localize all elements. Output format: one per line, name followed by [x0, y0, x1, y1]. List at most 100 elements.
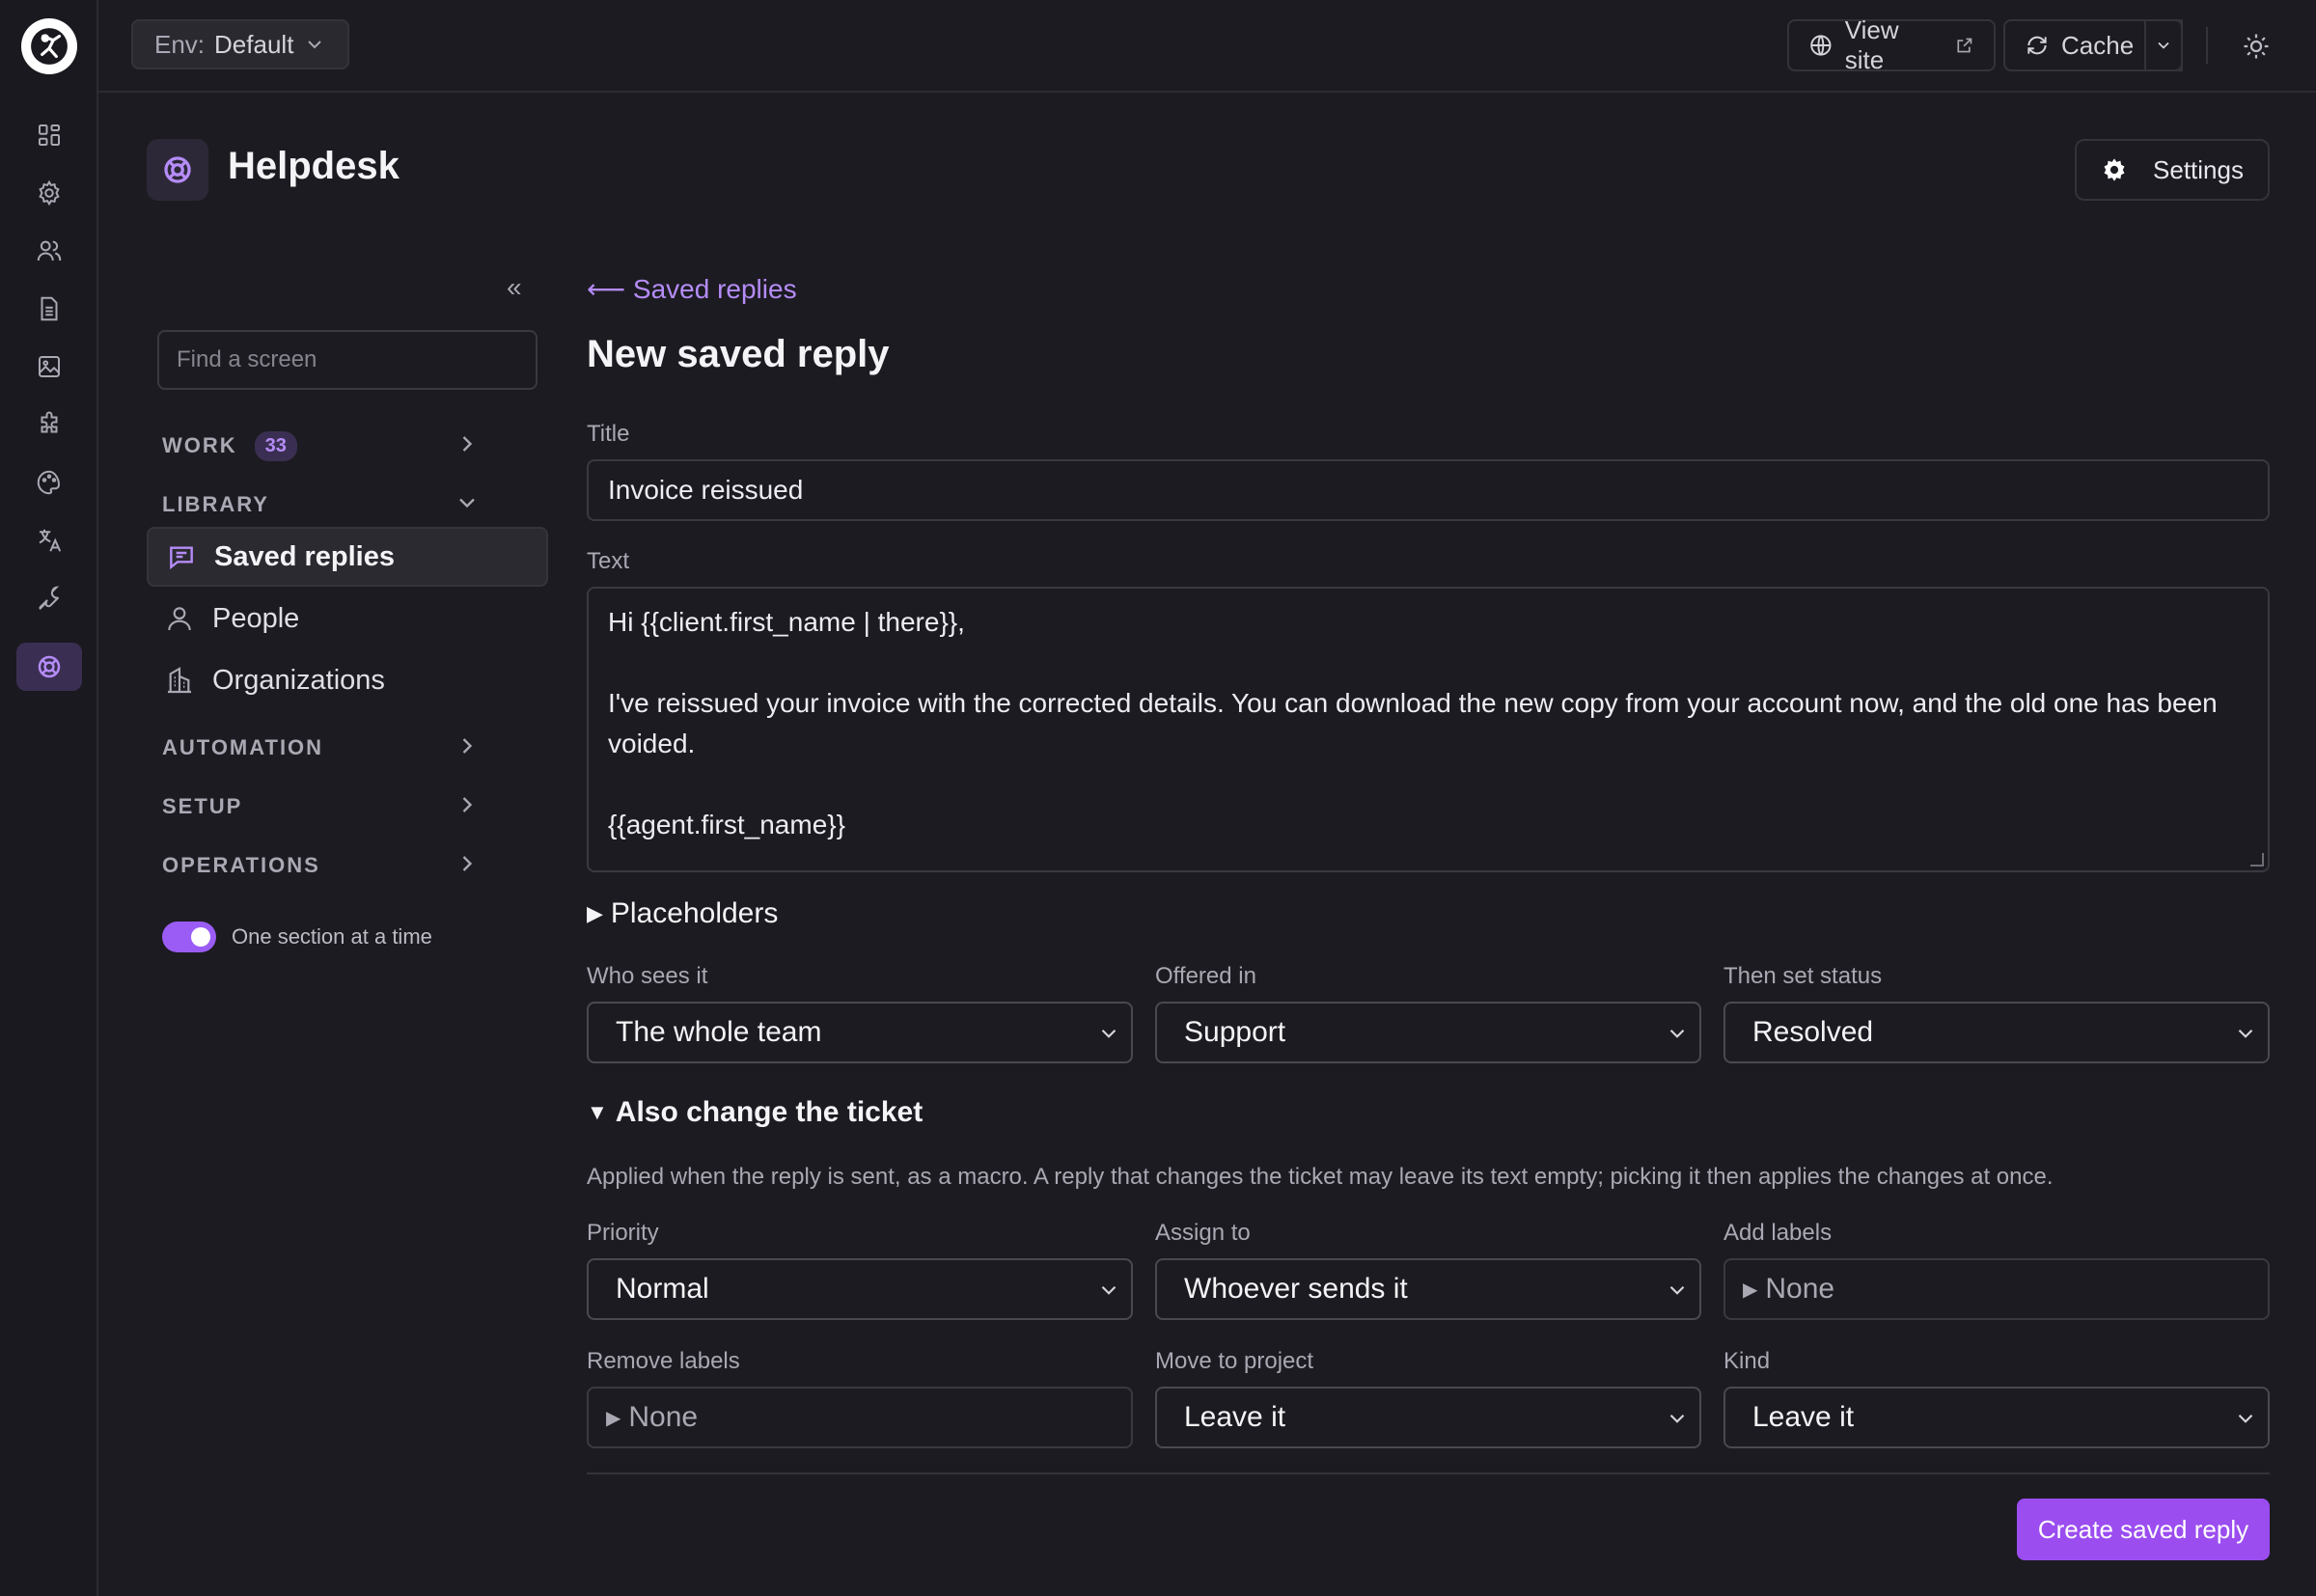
translate-icon[interactable]	[28, 519, 70, 562]
section-library[interactable]: LIBRARY	[162, 485, 481, 524]
person-icon	[168, 607, 191, 631]
work-count-badge: 33	[254, 430, 297, 461]
who-sees-value: The whole team	[616, 1016, 822, 1048]
sidebar-item-label: Organizations	[212, 664, 385, 696]
priority-select[interactable]: Normal	[587, 1258, 1133, 1320]
find-screen-input[interactable]: Find a screen	[157, 330, 538, 390]
who-sees-label: Who sees it	[587, 963, 708, 989]
text-line	[608, 643, 2248, 683]
section-library-label: LIBRARY	[162, 492, 269, 516]
kind-select[interactable]: Leave it	[1723, 1387, 2270, 1448]
triangle-right-icon: ▶	[1743, 1279, 1758, 1301]
env-value: Default	[214, 29, 294, 59]
palette-icon[interactable]	[28, 461, 70, 504]
section-work-label: WORK	[162, 433, 237, 457]
sidebar-item-organizations[interactable]: Organizations	[147, 650, 548, 710]
also-change-ticket-disclosure[interactable]: ▼ Also change the ticket	[587, 1096, 923, 1129]
globe-icon	[1810, 35, 1832, 56]
section-operations[interactable]: OPERATIONS	[162, 846, 481, 885]
puzzle-icon[interactable]	[28, 403, 70, 446]
assign-to-label: Assign to	[1155, 1220, 1251, 1246]
cache-label: Cache	[2061, 30, 2135, 60]
triangle-right-icon: ▶	[606, 1407, 621, 1429]
offered-in-label: Offered in	[1155, 963, 1256, 989]
also-change-label: Also change the ticket	[615, 1096, 924, 1128]
remove-labels-label: Remove labels	[587, 1348, 740, 1374]
create-saved-reply-button[interactable]: Create saved reply	[2017, 1499, 2270, 1560]
cache-menu-button[interactable]	[2144, 19, 2183, 71]
sidebar-item-saved-replies[interactable]: Saved replies	[147, 527, 548, 587]
section-automation[interactable]: AUTOMATION	[162, 729, 481, 767]
chevron-right-icon	[454, 430, 481, 463]
helpdesk-app-icon	[147, 139, 208, 201]
title-input[interactable]: Invoice reissued	[587, 459, 2270, 521]
chevron-down-icon	[2233, 1406, 2258, 1439]
dashboard-icon[interactable]	[28, 114, 70, 156]
text-line: {{agent.first_name}}	[608, 810, 845, 839]
chevron-down-icon	[308, 41, 322, 49]
refresh-icon	[2027, 36, 2047, 55]
gear-icon	[2104, 158, 2125, 181]
message-icon	[170, 546, 193, 570]
find-screen-placeholder: Find a screen	[177, 346, 317, 372]
placeholders-label: Placeholders	[610, 897, 779, 929]
view-site-button[interactable]: View site	[1787, 15, 1996, 74]
title-value: Invoice reissued	[608, 475, 804, 505]
view-site-label: View site	[1844, 15, 1899, 74]
offered-in-value: Support	[1184, 1016, 1286, 1048]
image-icon[interactable]	[28, 345, 70, 388]
add-labels-label: Add labels	[1723, 1220, 1833, 1246]
title-label: Title	[587, 421, 630, 447]
environment-selector[interactable]: Env: Default	[131, 19, 350, 69]
helpdesk-lifebuoy-icon[interactable]	[16, 643, 82, 691]
offered-in-select[interactable]: Support	[1155, 1002, 1701, 1063]
move-project-select[interactable]: Leave it	[1155, 1387, 1701, 1448]
also-change-help-text: Applied when the reply is sent, as a mac…	[587, 1164, 2054, 1190]
settings-label: Settings	[2153, 154, 2244, 184]
sidebar-item-label: Saved replies	[214, 540, 395, 572]
text-line	[608, 764, 2248, 805]
chevron-right-icon	[454, 791, 481, 824]
resize-handle[interactable]	[2250, 853, 2264, 867]
chevron-right-icon	[454, 732, 481, 765]
sidebar-item-people[interactable]: People	[147, 589, 548, 648]
theme-toggle-sun-icon[interactable]	[2237, 27, 2275, 66]
env-key: Env:	[154, 29, 206, 59]
kind-value: Leave it	[1752, 1401, 1855, 1433]
remove-labels-picker[interactable]: ▶ None	[587, 1387, 1133, 1448]
section-work[interactable]: WORK 33	[162, 427, 481, 465]
form-divider	[587, 1472, 2270, 1474]
wrench-icon[interactable]	[28, 577, 70, 619]
text-label: Text	[587, 548, 630, 574]
form-title: New saved reply	[587, 333, 890, 375]
text-textarea[interactable]: Hi {{client.first_name | there}}, I've r…	[587, 587, 2270, 872]
move-project-label: Move to project	[1155, 1348, 1314, 1374]
users-icon[interactable]	[28, 230, 70, 272]
status-label: Then set status	[1723, 963, 1883, 989]
who-sees-select[interactable]: The whole team	[587, 1002, 1133, 1063]
status-select[interactable]: Resolved	[1723, 1002, 2270, 1063]
chevron-down-icon	[1665, 1021, 1690, 1054]
settings-button[interactable]: Settings	[2075, 139, 2270, 201]
assign-to-select[interactable]: Whoever sends it	[1155, 1258, 1701, 1320]
collapse-sidebar-icon[interactable]: «	[507, 272, 522, 303]
document-icon[interactable]	[28, 288, 70, 330]
add-labels-value: None	[1765, 1273, 1835, 1305]
section-setup[interactable]: SETUP	[162, 787, 481, 826]
add-labels-picker[interactable]: ▶ None	[1723, 1258, 2270, 1320]
text-line: Hi {{client.first_name | there}},	[608, 607, 965, 637]
page-title: Helpdesk	[228, 145, 400, 187]
one-section-toggle[interactable]	[162, 922, 216, 952]
priority-value: Normal	[616, 1273, 709, 1305]
one-section-label: One section at a time	[232, 924, 432, 949]
placeholders-disclosure[interactable]: ▶ Placeholders	[587, 897, 778, 930]
remove-labels-value: None	[628, 1401, 699, 1433]
back-to-saved-replies-link[interactable]: ⟵ Saved replies	[587, 273, 797, 305]
gear-icon[interactable]	[28, 172, 70, 214]
astronaut-logo-icon	[31, 28, 68, 65]
app-logo[interactable]	[21, 18, 77, 74]
toolbar-divider	[2206, 27, 2208, 64]
triangle-down-icon: ▼	[587, 1100, 608, 1124]
section-operations-label: OPERATIONS	[162, 853, 320, 877]
kind-label: Kind	[1723, 1348, 1771, 1374]
